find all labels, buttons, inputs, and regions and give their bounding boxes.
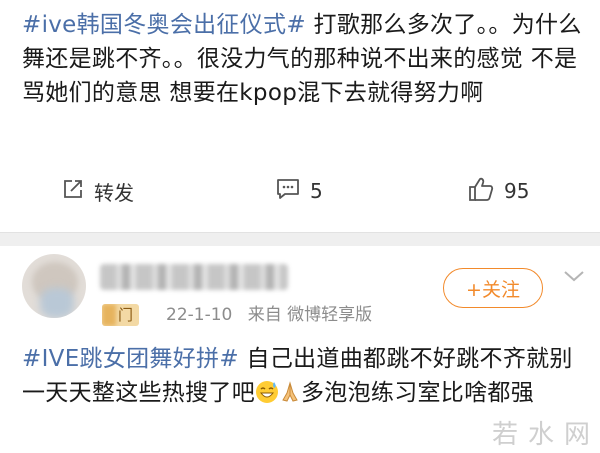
- watermark-text: 若水网: [492, 420, 600, 450]
- post-source: 来自 微博轻享版: [247, 305, 373, 325]
- post-meta: 22-1-10 来自 微博轻享版: [166, 303, 382, 327]
- user-badge: 门: [102, 304, 140, 326]
- sweat-smile-emoji: [255, 380, 279, 414]
- username-redacted[interactable]: [100, 264, 288, 290]
- post-text: #IVE跳女团舞好拼# 自己出道曲都跳不好跳不齐就别一天天整这些热搜了吧 多泡泡…: [22, 342, 588, 414]
- post-body-part2: 多泡泡练习室比啥都强: [301, 380, 534, 406]
- avatar[interactable]: [22, 254, 86, 318]
- pray-emoji: [279, 380, 301, 414]
- post-date: 22-1-10: [166, 305, 233, 325]
- hashtag-link[interactable]: #ive韩国冬奥会出征仪式#: [22, 12, 306, 38]
- chevron-down-icon[interactable]: [562, 268, 586, 288]
- forward-icon: [62, 178, 84, 204]
- comment-button[interactable]: 5: [276, 178, 323, 204]
- weibo-post: #ive韩国冬奥会出征仪式# 打歌那么多次了。。为什么舞还是跳不齐。。很没力气的…: [0, 0, 600, 232]
- hashtag-link[interactable]: #IVE跳女团舞好拼#: [22, 346, 239, 372]
- like-button[interactable]: 95: [468, 176, 529, 206]
- forward-label: 转发: [94, 180, 134, 205]
- like-count: 95: [504, 179, 530, 203]
- follow-button[interactable]: +关注: [443, 268, 543, 308]
- post-text: #ive韩国冬奥会出征仪式# 打歌那么多次了。。为什么舞还是跳不齐。。很没力气的…: [22, 8, 588, 110]
- forward-button[interactable]: 转发: [62, 177, 134, 206]
- comment-icon: [276, 178, 300, 204]
- post-action-bar: 转发 5 95: [0, 166, 600, 216]
- comment-count: 5: [310, 179, 323, 203]
- feed-separator: [0, 232, 600, 247]
- like-icon: [468, 176, 494, 206]
